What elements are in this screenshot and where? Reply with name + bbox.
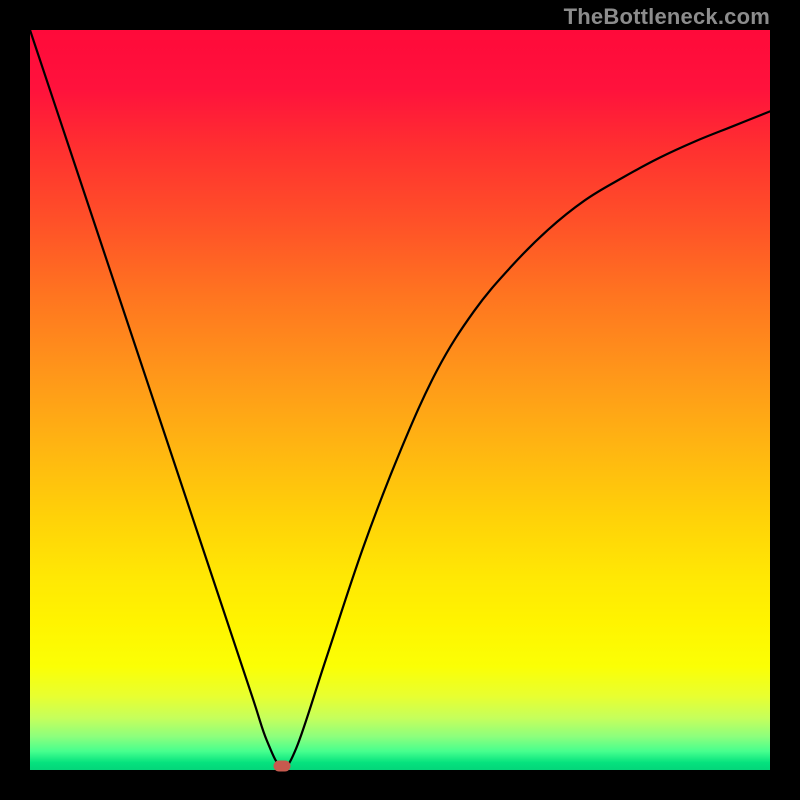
watermark-text: TheBottleneck.com — [564, 4, 770, 30]
optimum-marker — [273, 761, 290, 772]
curve-svg — [30, 30, 770, 770]
plot-area — [30, 30, 770, 770]
chart-frame: TheBottleneck.com — [0, 0, 800, 800]
bottleneck-curve-path — [30, 30, 770, 767]
